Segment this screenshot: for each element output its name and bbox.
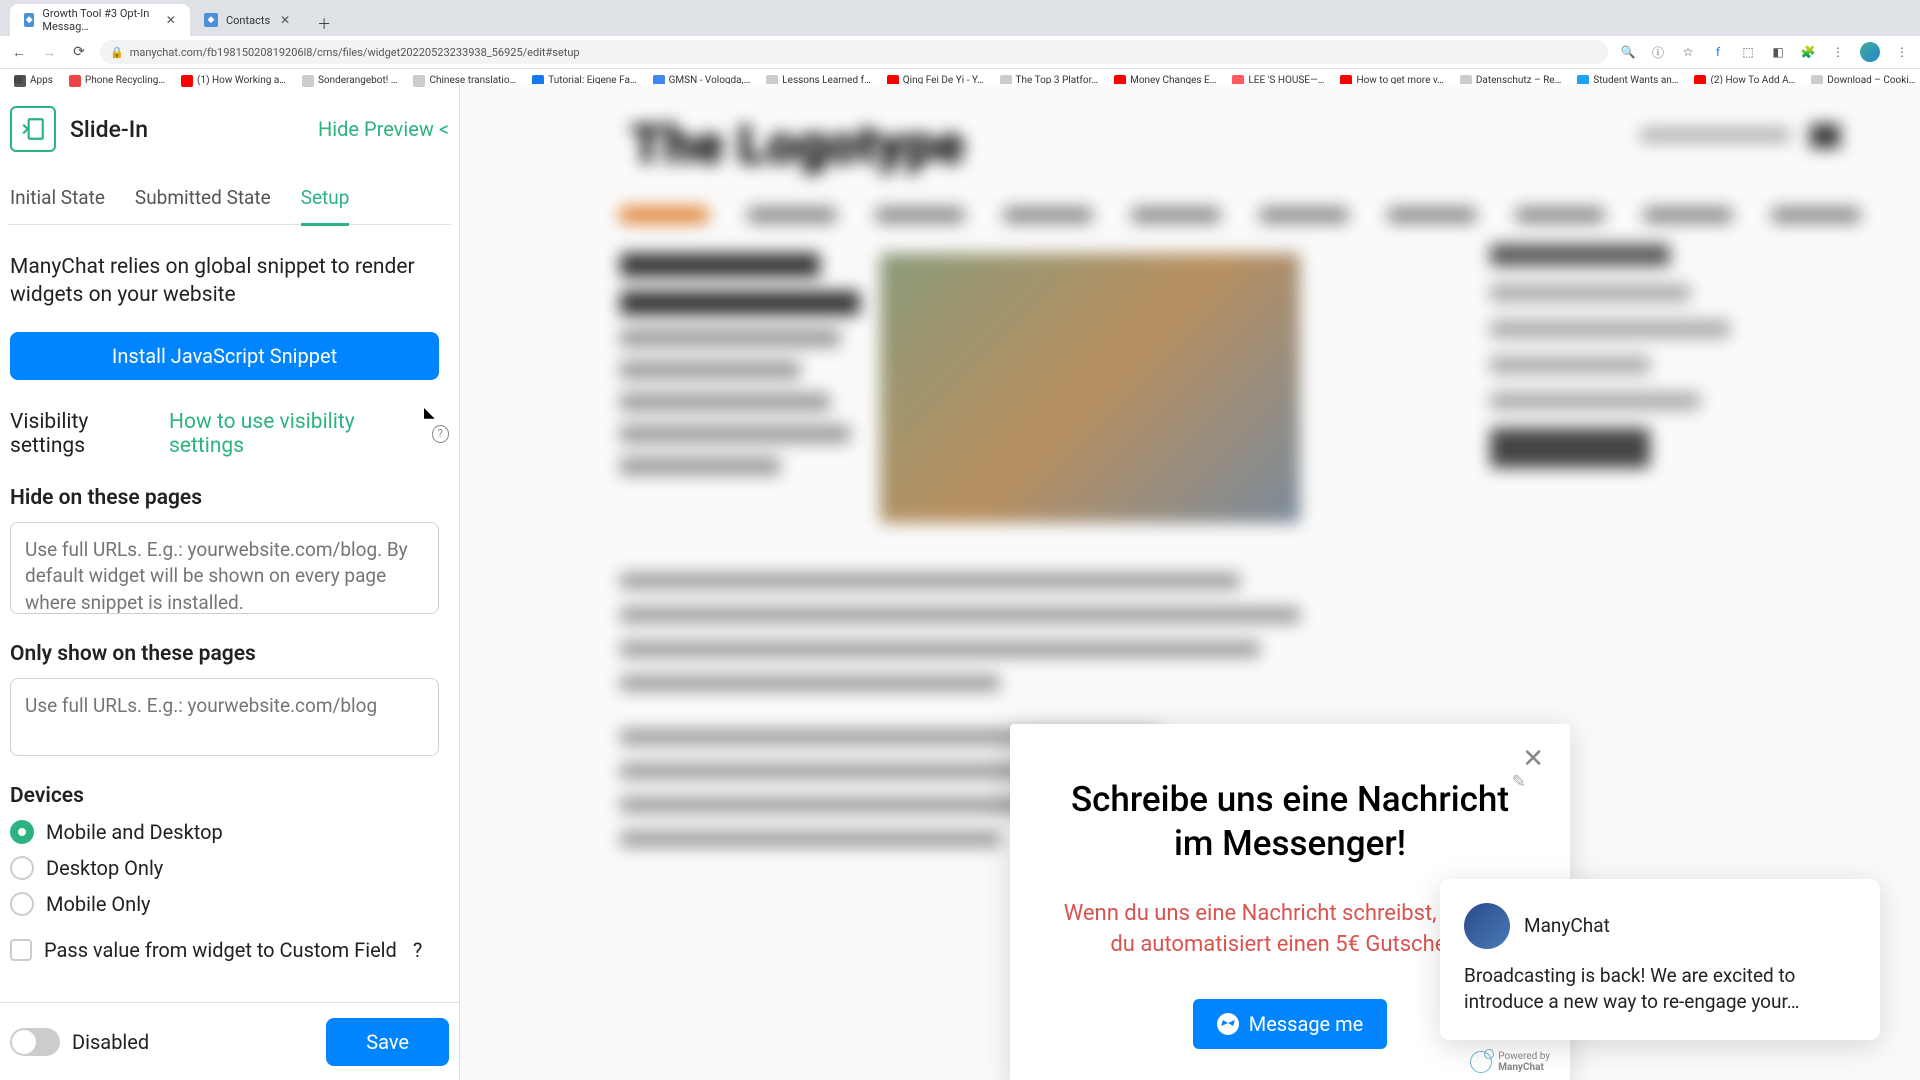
help-icon[interactable]: ? [413, 938, 422, 962]
notification-header: ManyChat [1464, 903, 1856, 949]
cursor-icon: ◣ [424, 405, 435, 421]
info-icon[interactable]: ⓘ [1650, 44, 1666, 60]
device-option-mobile-only[interactable]: Mobile Only [10, 892, 449, 916]
zoom-icon[interactable]: 🔍 [1620, 44, 1636, 60]
lock-icon: 🔒 [110, 46, 124, 59]
toggle-label: Disabled [72, 1030, 149, 1054]
forward-icon[interactable]: → [40, 43, 58, 61]
back-icon[interactable]: ← [10, 43, 28, 61]
manychat-logo-icon [1470, 1051, 1492, 1073]
hide-pages-heading: Hide on these pages [8, 486, 451, 510]
close-icon[interactable]: ✕ [278, 13, 292, 27]
url-text: manychat.com/fb19815020819206l8/cms/file… [130, 46, 580, 59]
notification-sender: ManyChat [1524, 914, 1610, 937]
extensions-icon[interactable]: ⋮ [1830, 44, 1846, 60]
only-show-input[interactable] [10, 678, 439, 756]
address-actions: 🔍 ⓘ ☆ f ⬚ ◧ 🧩 ⋮ ⋮ [1620, 42, 1910, 62]
radio-icon [10, 820, 34, 844]
profile-icon[interactable] [1860, 42, 1880, 62]
tab-title: Growth Tool #3 Opt-In Messag… [42, 7, 157, 33]
menu-icon[interactable]: ⋮ [1894, 44, 1910, 60]
hide-preview-button[interactable]: Hide Preview < [318, 117, 449, 141]
checkbox-icon [10, 939, 32, 961]
new-tab-button[interactable]: ＋ [312, 12, 336, 36]
devices-group: Mobile and Desktop Desktop Only Mobile O… [8, 820, 451, 916]
tab-bar: ◆ Growth Tool #3 Opt-In Messag… ✕ ◆ Cont… [0, 0, 1920, 36]
message-me-button[interactable]: Message me [1193, 999, 1388, 1049]
powered-by-badge[interactable]: Powered byManyChat [1470, 1051, 1550, 1073]
tab-favicon-icon: ◆ [204, 13, 218, 27]
messenger-icon [1217, 1013, 1239, 1035]
snippet-description: ManyChat relies on global snippet to ren… [8, 253, 451, 310]
tab-title: Contacts [226, 14, 270, 27]
help-icon[interactable]: ? [432, 425, 449, 443]
close-icon[interactable]: ✕ [166, 13, 176, 27]
tab-setup[interactable]: Setup [301, 186, 350, 226]
visibility-help-link[interactable]: How to use visibility settings [169, 410, 426, 458]
close-icon[interactable]: ✕ [1522, 744, 1544, 774]
star-icon[interactable]: ☆ [1680, 44, 1696, 60]
browser-tab-2[interactable]: ◆ Contacts ✕ [190, 4, 306, 36]
hide-pages-input[interactable] [10, 522, 439, 614]
url-input[interactable]: 🔒 manychat.com/fb19815020819206l8/cms/fi… [100, 40, 1608, 64]
save-button[interactable]: Save [326, 1018, 449, 1066]
radio-icon [10, 856, 34, 880]
app-container: Slide-In Hide Preview < Initial State Su… [0, 84, 1920, 1080]
widget-title[interactable]: Schreibe uns eine Nachricht im Messenger… [1056, 778, 1524, 866]
device-option-desktop-only[interactable]: Desktop Only [10, 856, 449, 880]
enable-toggle[interactable] [10, 1028, 60, 1056]
extension-icon[interactable]: ◧ [1770, 44, 1786, 60]
sidebar-header: Slide-In Hide Preview < [8, 106, 451, 152]
enable-toggle-wrap: Disabled [10, 1028, 149, 1056]
radio-icon [10, 892, 34, 916]
sidebar-title: Slide-In [70, 116, 304, 143]
notification-body: Broadcasting is back! We are excited to … [1464, 963, 1856, 1016]
visibility-row: Visibility settings How to use visibilit… [8, 410, 451, 458]
browser-chrome: ◆ Growth Tool #3 Opt-In Messag… ✕ ◆ Cont… [0, 0, 1920, 84]
notification-toast[interactable]: ManyChat Broadcasting is back! We are ex… [1440, 879, 1880, 1040]
tab-favicon-icon: ◆ [24, 13, 34, 27]
facebook-icon[interactable]: f [1710, 44, 1726, 60]
only-show-heading: Only show on these pages [8, 642, 451, 666]
browser-tab-1[interactable]: ◆ Growth Tool #3 Opt-In Messag… ✕ [10, 4, 190, 36]
tab-initial-state[interactable]: Initial State [10, 186, 105, 224]
devices-heading: Devices [8, 784, 451, 808]
sidebar-footer: Disabled Save [0, 1002, 459, 1080]
reload-icon[interactable]: ⟳ [70, 43, 88, 61]
device-option-mobile-desktop[interactable]: Mobile and Desktop [10, 820, 449, 844]
sidebar: Slide-In Hide Preview < Initial State Su… [0, 84, 460, 1080]
install-snippet-button[interactable]: Install JavaScript Snippet [10, 332, 439, 380]
slide-in-icon [10, 106, 56, 152]
address-bar: ← → ⟳ 🔒 manychat.com/fb19815020819206l8/… [0, 36, 1920, 68]
extension-icon[interactable]: 🧩 [1800, 44, 1816, 60]
edit-icon[interactable]: ✎ [1512, 772, 1526, 792]
extension-icon[interactable]: ⬚ [1740, 44, 1756, 60]
visibility-label: Visibility settings [10, 410, 163, 458]
avatar [1464, 903, 1510, 949]
preview-pane: The Logotype [460, 84, 1920, 1080]
tab-submitted-state[interactable]: Submitted State [135, 186, 271, 224]
pass-value-option[interactable]: Pass value from widget to Custom Field ? [8, 938, 451, 962]
sidebar-tabs: Initial State Submitted State Setup [8, 186, 451, 225]
